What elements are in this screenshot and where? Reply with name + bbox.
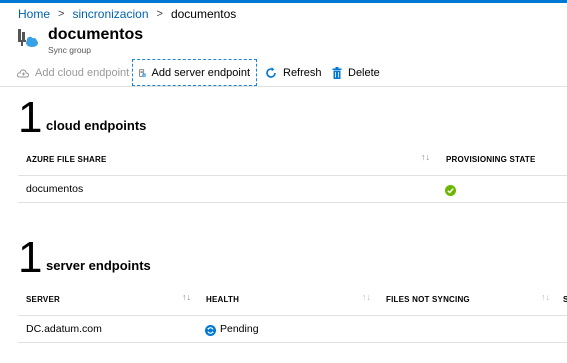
refresh-icon (266, 66, 276, 78)
grid-header-divider (18, 315, 567, 316)
sync-group-icon (17, 28, 39, 50)
grid-header-divider (18, 175, 567, 176)
column-header-files-not-syncing[interactable]: FILES NOT SYNCING (386, 295, 470, 304)
add-server-endpoint-label: Add server endpoint (151, 66, 250, 79)
server-add-icon (139, 68, 146, 77)
sort-icon[interactable]: ↑↓ (541, 292, 550, 302)
server-endpoint-server-cell[interactable]: DC.adatum.com (26, 323, 102, 335)
server-endpoint-health-cell: Pending (220, 323, 259, 335)
breadcrumb-current: documentos (170, 7, 237, 21)
sync-pending-icon (205, 323, 216, 341)
sort-icon[interactable]: ↑↓ (362, 292, 371, 302)
page-title: documentos (48, 26, 144, 43)
column-header-provisioning-state[interactable]: PROVISIONING STATE (446, 155, 536, 164)
column-header-health[interactable]: HEALTH (206, 295, 239, 304)
cloud-endpoints-title: cloud endpoints (46, 118, 147, 133)
delete-button[interactable]: Delete (332, 59, 380, 86)
column-header-azure-file-share[interactable]: AZURE FILE SHARE (26, 155, 107, 164)
breadcrumb: Home > sincronizacion > documentos (18, 7, 236, 21)
trash-icon (332, 66, 342, 79)
refresh-label: Refresh (283, 66, 322, 79)
add-server-endpoint-button[interactable]: Add server endpoint (132, 59, 257, 86)
server-endpoints-title: server endpoints (46, 258, 151, 273)
cloud-endpoint-share-cell[interactable]: documentos (26, 183, 83, 195)
page-subtitle: Sync group (48, 45, 91, 55)
grid-row-divider (18, 342, 567, 343)
sort-icon[interactable]: ↑↓ (182, 292, 191, 302)
breadcrumb-separator: > (58, 8, 65, 20)
breadcrumb-separator: > (156, 8, 163, 20)
refresh-button[interactable]: Refresh (265, 59, 322, 86)
cloud-endpoints-count: 1 (18, 93, 43, 142)
add-cloud-endpoint-label: Add cloud endpoint (35, 66, 130, 79)
page-header: documentos Sync group (17, 26, 143, 56)
server-endpoints-count: 1 (18, 233, 43, 282)
column-header-truncated[interactable]: S (563, 295, 567, 304)
breadcrumb-home[interactable]: Home (18, 7, 50, 21)
column-header-server[interactable]: SERVER (26, 295, 60, 304)
cloud-icon (17, 68, 29, 77)
sort-icon[interactable]: ↑↓ (421, 152, 430, 162)
add-cloud-endpoint-button[interactable]: Add cloud endpoint (17, 59, 129, 86)
command-toolbar: Add cloud endpoint Add server endpoint R… (0, 57, 567, 87)
grid-row-divider (18, 202, 567, 203)
success-check-icon (445, 183, 456, 201)
top-accent-bar (0, 0, 567, 3)
delete-label: Delete (348, 66, 380, 79)
breadcrumb-sincronizacion[interactable]: sincronizacion (72, 7, 148, 21)
